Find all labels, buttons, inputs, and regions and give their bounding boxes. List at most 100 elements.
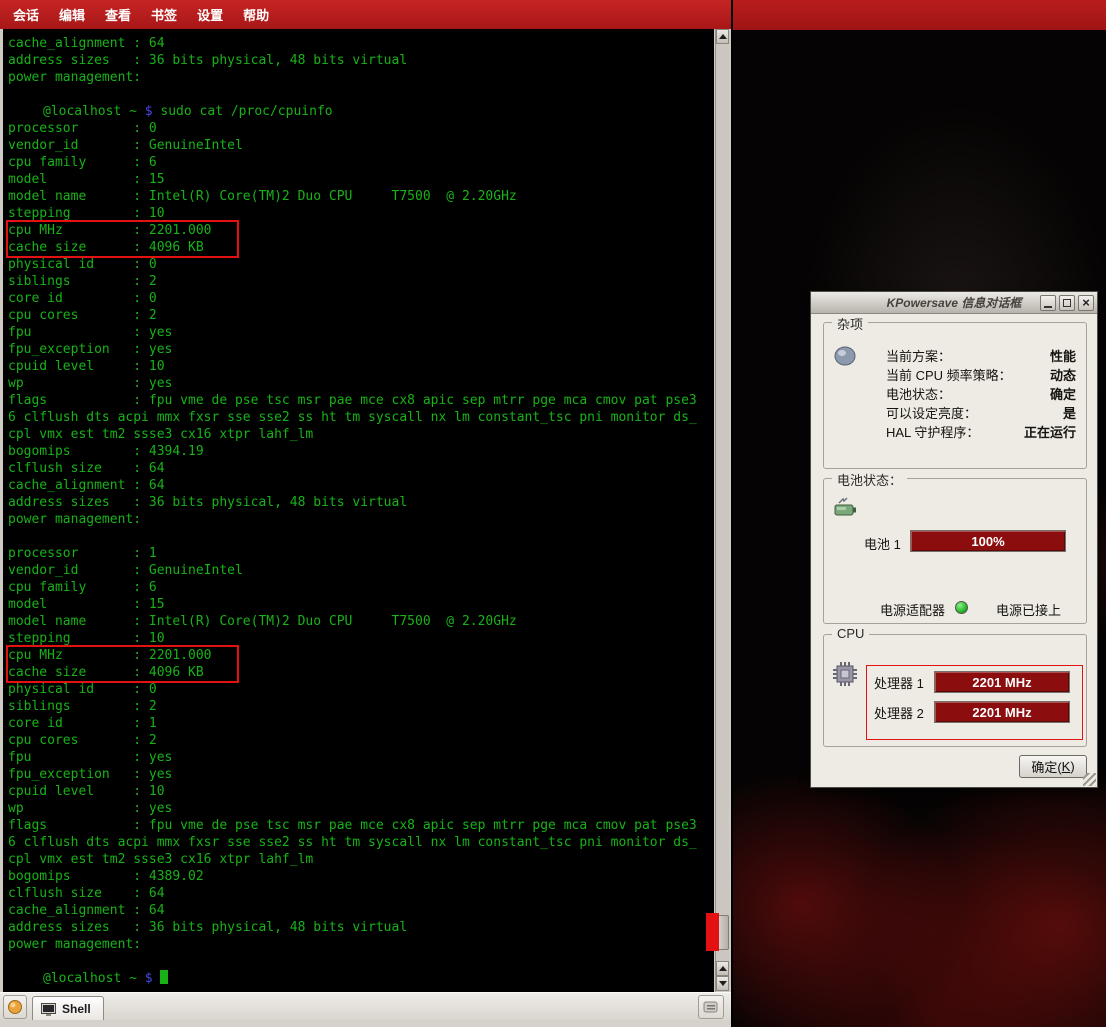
minimize-icon (1044, 306, 1052, 308)
terminal-line: physical id : 0 (8, 256, 714, 273)
window-buttons (1040, 295, 1094, 311)
info-row: 电池状态： 确定 (886, 384, 1076, 403)
misc-rows: 当前方案：性能当前 CPU 频率策略：动态电池状态：确定可以设定亮度：是HAL … (886, 346, 1076, 441)
tab-shell[interactable]: Shell (32, 996, 104, 1021)
terminal-line: address sizes : 36 bits physical, 48 bit… (8, 919, 714, 936)
terminal-line: clflush size : 64 (8, 460, 714, 477)
terminal-line: fpu_exception : yes (8, 341, 714, 358)
terminal-cursor (160, 970, 168, 984)
menu-item-edit[interactable]: 编辑 (49, 0, 95, 29)
terminal-line: bogomips : 4389.02 (8, 868, 714, 885)
window-bottom-frame (0, 1020, 731, 1027)
info-value: 确定 (1050, 384, 1076, 403)
group-battery: 电池状态： 电池 1 100% 电源适配器 电源已接上 (823, 478, 1087, 624)
maximize-icon (1063, 299, 1071, 307)
cpu-rows: 处理器 1 2201 MHz 处理器 22201 MHz (874, 671, 1070, 731)
menu-bar: 会话编辑查看书签设置帮助 (0, 0, 731, 29)
group-misc: 杂项 当前方案：性能当前 CPU 频率策略：动态电池状态：确定可以设定亮度：是H… (823, 322, 1087, 469)
terminal-line: model name : Intel(R) Core(TM)2 Duo CPU … (8, 188, 714, 205)
terminal-line: wp : yes (8, 800, 714, 817)
terminal-scrollbar[interactable] (715, 29, 729, 992)
battery-label: 电池 1 (864, 534, 901, 553)
info-row: 可以设定亮度：是 (886, 403, 1076, 422)
maximize-button[interactable] (1059, 295, 1075, 311)
ok-button[interactable]: 确定(K) (1019, 755, 1087, 778)
terminal-line: address sizes : 36 bits physical, 48 bit… (8, 52, 714, 69)
terminal-line: address sizes : 36 bits physical, 48 bit… (8, 494, 714, 511)
menu-item-settings[interactable]: 设置 (187, 0, 233, 29)
menu-item-help[interactable]: 帮助 (233, 0, 279, 29)
adapter-label: 电源适配器 (880, 600, 945, 619)
prompt-host: @localhost ~ (43, 104, 137, 119)
terminal-line: model : 15 (8, 596, 714, 613)
scroll-down-button[interactable] (716, 976, 729, 991)
adapter-status: 电源已接上 (996, 600, 1061, 619)
terminal-line: cache size : 4096 KB (8, 664, 237, 681)
terminal-main: cache_alignment : 64address sizes : 36 b… (0, 29, 731, 992)
terminal-line: core id : 0 (8, 290, 714, 307)
minimize-button[interactable] (1040, 295, 1056, 311)
terminal-line: cpl vmx est tm2 ssse3 cx16 xtpr lahf_lm (8, 851, 714, 868)
terminal-line: power management: (8, 511, 714, 528)
terminal-line: cache size : 4096 KB (8, 239, 237, 256)
cpu-label: 处理器 2 (874, 703, 934, 722)
ok-accel-key: K (1062, 759, 1071, 774)
terminal-line: stepping : 10 (8, 630, 714, 647)
cpu-label: 处理器 1 (874, 673, 934, 692)
new-session-icon (7, 999, 23, 1015)
terminal-line: flags : fpu vme de pse tsc msr pae mce c… (8, 817, 714, 834)
terminal-line: processor : 0 (8, 120, 714, 137)
terminal-line: cache_alignment : 64 (8, 477, 714, 494)
menu-item-view[interactable]: 查看 (95, 0, 141, 29)
dialog-title: KPowersave 信息对话框 (887, 294, 1022, 311)
resize-grip[interactable] (1083, 773, 1096, 786)
terminal-line: processor : 1 (8, 545, 714, 562)
terminal-line: siblings : 2 (8, 273, 714, 290)
info-row: 当前 CPU 频率策略：动态 (886, 365, 1076, 384)
info-label: 电池状态： (886, 384, 951, 403)
info-value: 是 (1063, 403, 1076, 422)
desktop-background: KPowersave 信息对话框 杂项 当前方案：性能当前 CPU 频率策略：动… (733, 0, 1106, 1027)
new-session-button[interactable] (3, 995, 27, 1019)
terminal-line: cache_alignment : 64 (8, 35, 714, 52)
scroll-up-button-bottom[interactable] (716, 961, 729, 976)
cpu-row: 处理器 22201 MHz (874, 701, 1070, 723)
terminal-line: fpu_exception : yes (8, 766, 714, 783)
terminal-prompt-line: @localhost ~ $ sudo cat /proc/cpuinfo (8, 103, 714, 120)
terminal-line (8, 86, 714, 103)
close-button[interactable] (1078, 295, 1094, 311)
scroll-up-button[interactable] (716, 29, 729, 44)
battery-progress-bar: 100% (910, 530, 1066, 552)
session-list-button[interactable] (698, 995, 724, 1019)
terminal-line: fpu : yes (8, 324, 714, 341)
terminal-line: core id : 1 (8, 715, 714, 732)
terminal-line: cpu MHz : 2201.000 (8, 222, 237, 239)
terminal-line: physical id : 0 (8, 681, 714, 698)
session-list-icon (703, 1000, 719, 1014)
terminal-line: flags : fpu vme de pse tsc msr pae mce c… (8, 392, 714, 409)
terminal-line: vendor_id : GenuineIntel (8, 137, 714, 154)
arrow-up-icon (719, 34, 727, 39)
terminal-line: model name : Intel(R) Core(TM)2 Duo CPU … (8, 613, 714, 630)
terminal-output[interactable]: cache_alignment : 64address sizes : 36 b… (3, 29, 714, 992)
terminal-line (8, 528, 714, 545)
group-misc-title: 杂项 (832, 314, 868, 333)
desktop-top-strip (733, 0, 1106, 30)
prompt-symbol: $ (137, 971, 153, 986)
info-value: 正在运行 (1024, 422, 1076, 441)
info-row: 当前方案：性能 (886, 346, 1076, 365)
terminal-line: 6 clflush dts acpi mmx fxsr sse sse2 ss … (8, 834, 714, 851)
terminal-line (8, 953, 714, 970)
prompt-host: @localhost ~ (43, 971, 137, 986)
menu-item-session[interactable]: 会话 (3, 0, 49, 29)
ok-label-post: ) (1070, 759, 1074, 774)
cpu-row: 处理器 1 2201 MHz (874, 671, 1070, 693)
terminal-line: power management: (8, 69, 714, 86)
terminal-line: vendor_id : GenuineIntel (8, 562, 714, 579)
terminal-line: siblings : 2 (8, 698, 714, 715)
power-scheme-icon (834, 345, 858, 367)
menu-item-bookmarks[interactable]: 书签 (141, 0, 187, 29)
cpu-frequency-value: 2201 MHz (972, 675, 1031, 690)
prompt-symbol: $ (137, 104, 153, 119)
dialog-titlebar[interactable]: KPowersave 信息对话框 (811, 292, 1097, 314)
